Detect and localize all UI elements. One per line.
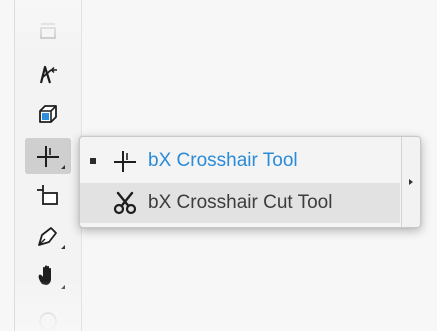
crosshair-icon <box>110 146 140 176</box>
app-stage: bX Crosshair Tool bX Crosshair Cut Tool <box>0 0 437 331</box>
tool-hand[interactable] <box>25 258 71 294</box>
circle-icon <box>35 307 61 331</box>
menu-item-label: bX Crosshair Cut Tool <box>148 192 333 213</box>
slice-rectangle-icon <box>34 182 62 210</box>
direct-selection-arrow-icon <box>35 61 61 87</box>
tool-crosshair[interactable] <box>25 138 71 174</box>
3d-cube-icon <box>35 101 61 127</box>
menu-item-crosshair-tool[interactable]: bX Crosshair Tool <box>80 141 400 181</box>
tools-panel <box>14 0 82 331</box>
hand-icon <box>34 262 62 290</box>
menu-item-crosshair-cut-tool[interactable]: bX Crosshair Cut Tool <box>80 183 400 223</box>
tool-slice[interactable] <box>25 178 71 214</box>
tool-options-triangle <box>61 285 65 289</box>
tool-artboard[interactable] <box>25 14 71 50</box>
artboard-icon <box>35 19 61 45</box>
crosshair-icon <box>34 142 62 170</box>
menu-item-label: bX Crosshair Tool <box>148 150 298 171</box>
scissors-icon <box>110 188 140 218</box>
tool-options-triangle <box>61 245 65 249</box>
tool-pen[interactable] <box>25 218 71 254</box>
tool-flyout-menu: bX Crosshair Tool bX Crosshair Cut Tool <box>79 136 421 228</box>
flyout-expand-handle[interactable] <box>401 137 420 227</box>
tool-direct-selection[interactable] <box>25 56 71 92</box>
chevron-right-icon <box>409 179 413 185</box>
tool-zoom[interactable] <box>25 302 71 331</box>
tool-options-triangle <box>61 165 65 169</box>
selected-bullet-icon <box>90 158 96 164</box>
pen-icon <box>34 222 62 250</box>
tool-3d[interactable] <box>25 96 71 132</box>
